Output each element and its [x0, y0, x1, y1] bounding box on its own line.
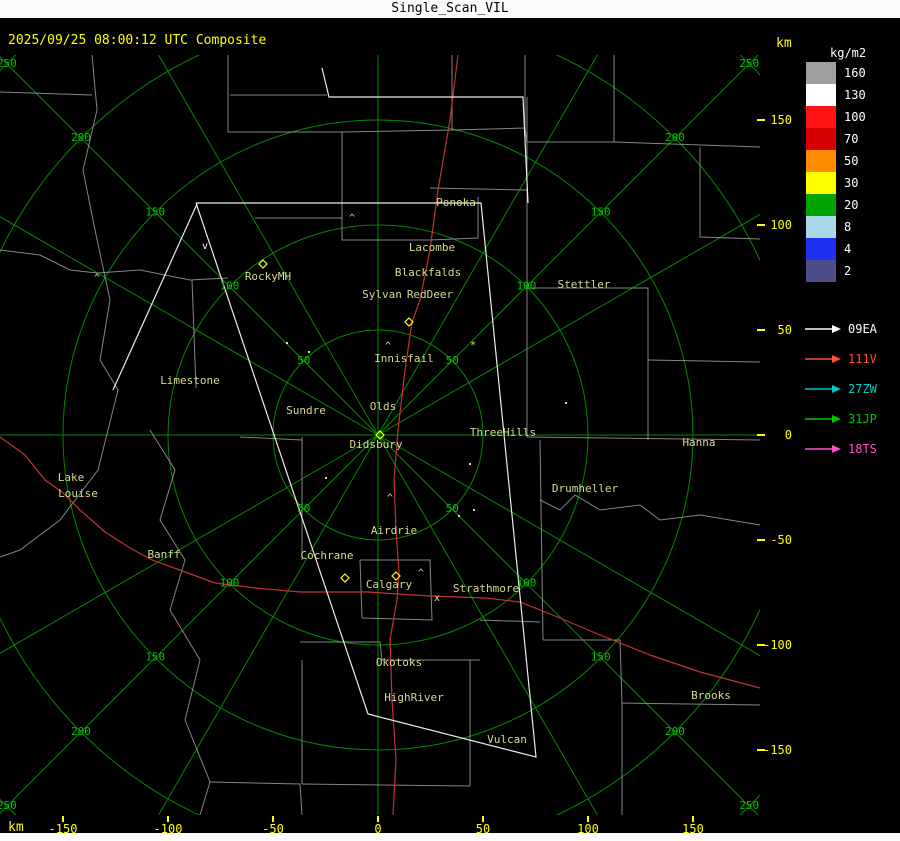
y-axis-tick-label: 150 [770, 113, 792, 127]
color-swatch [806, 150, 836, 172]
color-scale-row: 160 [806, 62, 866, 84]
radar-site-legend: 09EA 111V 27ZW 31JP 18TS [804, 314, 877, 464]
color-scale-value: 30 [844, 176, 859, 190]
color-swatch [806, 106, 836, 128]
color-swatch [806, 128, 836, 150]
radar-site-legend-row: 18TS [804, 434, 877, 464]
y-axis-tick-label: 0 [784, 428, 792, 442]
radar-app-window: Single_Scan_VIL 2025/09/25 08:00:12 UTC … [0, 0, 900, 841]
color-scale-row: 4 [806, 238, 866, 260]
color-scale-row: 30 [806, 172, 866, 194]
color-scale-value: 2 [844, 264, 852, 278]
radar-site-legend-row: 09EA [804, 314, 877, 344]
color-scale-row: 20 [806, 194, 866, 216]
arrow-head [832, 325, 841, 333]
radar-site-legend-row: 27ZW [804, 374, 877, 404]
arrow-icon [805, 355, 841, 363]
radar-site-id: 111V [848, 352, 877, 366]
color-scale-row: 2 [806, 260, 866, 282]
arrow-icon [805, 445, 841, 453]
color-scale-row: 70 [806, 128, 866, 150]
bottom-bar [0, 833, 900, 841]
arrow-head [832, 415, 841, 423]
color-scale: 160 130 100 70 50 30 20 8 4 2 [806, 62, 866, 282]
arrow-head [832, 355, 841, 363]
color-scale-value: 130 [844, 88, 866, 102]
radar-site-id: 09EA [848, 322, 877, 336]
color-scale-row: 130 [806, 84, 866, 106]
color-scale-row: 8 [806, 216, 866, 238]
arrow-icon [805, 325, 841, 333]
color-scale-value: 100 [844, 110, 866, 124]
radar-site-legend-row: 111V [804, 344, 877, 374]
colorbar-unit-label: kg/m2 [830, 46, 867, 60]
color-scale-value: 4 [844, 242, 852, 256]
y-axis-tick-label: -50 [770, 533, 792, 547]
color-scale-value: 20 [844, 198, 859, 212]
color-swatch [806, 260, 836, 282]
color-swatch [806, 216, 836, 238]
color-scale-value: 160 [844, 66, 866, 80]
y-axis-tick-label: 50 [777, 323, 792, 337]
color-swatch [806, 84, 836, 106]
arrow-head [832, 445, 841, 453]
color-swatch [806, 194, 836, 216]
color-swatch [806, 238, 836, 260]
radar-site-id: 18TS [848, 442, 877, 456]
axes-layer: 150 100 50 0 -50 -100 -150 -150 -100 -50 0 50 100 150 [0, 0, 900, 841]
color-scale-value: 8 [844, 220, 852, 234]
radar-site-legend-row: 31JP [804, 404, 877, 434]
color-scale-row: 100 [806, 106, 866, 128]
color-scale-row: 50 [806, 150, 866, 172]
color-swatch [806, 172, 836, 194]
radar-site-id: 27ZW [848, 382, 877, 396]
y-axis-tick-label: 100 [770, 218, 792, 232]
radar-site-id: 31JP [848, 412, 877, 426]
y-axis-tick-label: -150 [763, 743, 792, 757]
y-axis-tick-label: -100 [763, 638, 792, 652]
color-scale-value: 70 [844, 132, 859, 146]
color-scale-value: 50 [844, 154, 859, 168]
arrow-icon [805, 385, 841, 393]
arrow-icon [805, 415, 841, 423]
color-swatch [806, 62, 836, 84]
arrow-head [832, 385, 841, 393]
